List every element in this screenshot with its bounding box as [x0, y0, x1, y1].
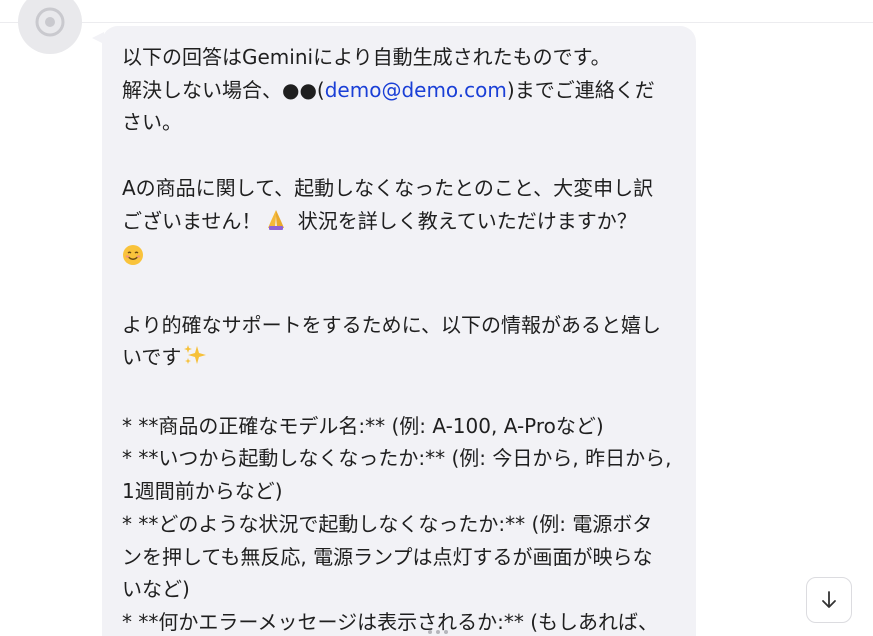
message-line: ンを押しても無反応, 電源ランプは点灯するが画面が映らな [122, 544, 653, 569]
message-text: 解決しない場合、●●( [122, 77, 325, 102]
message-line-emoji [122, 240, 676, 276]
message-line: いなど) [122, 577, 190, 602]
header-divider [0, 22, 873, 23]
message-line: * **どのような状況で起動しなくなったか:** (例: 電源ボタ [122, 511, 653, 536]
bot-message-bubble: 以下の回答はGeminiにより自動生成されたものです。 解決しない場合、●●(d… [102, 26, 696, 636]
folded-hands-emoji [263, 207, 289, 241]
message-line: 以下の回答はGeminiにより自動生成されたものです。 [122, 45, 611, 69]
arrow-down-icon [822, 591, 836, 608]
message-line: * **商品の正確なモデル名:** (例: A-100, A-Proなど) [122, 413, 604, 438]
message-line: * **何かエラーメッセージは表示されるか:** (もしあれば、 [122, 609, 659, 634]
message-line: さい。 [122, 110, 182, 135]
message-line: * **いつから起動しなくなったか:** (例: 今日から, 昨日から, [122, 446, 672, 471]
message-line-emoji: いです [122, 341, 676, 377]
chat-view: 以下の回答はGeminiにより自動生成されたものです。 解決しない場合、●●(d… [0, 0, 873, 636]
message-text: 状況を詳しく教えていただけますか？ [291, 208, 637, 233]
email-link[interactable]: demo@demo.com [325, 78, 507, 102]
message-line-apology: ございません！ 状況を詳しく教えていただけますか？ [122, 205, 676, 241]
message-line: Aの商品に関して、起動しなくなったとのこと、大変申し訳 [122, 175, 654, 200]
message-line: 1週間前からなど) [122, 479, 283, 504]
message-text: )までご連絡くだ [506, 77, 655, 102]
message-line-contact: 解決しない場合、●●(demo@demo.com)までご連絡くだ [122, 74, 676, 107]
smiling-face-emoji [122, 243, 144, 276]
message-text: いです [122, 345, 182, 370]
scroll-down-button[interactable] [806, 577, 852, 623]
message-text: ございません！ [122, 208, 262, 233]
bot-avatar-icon [18, 0, 82, 54]
message-line: より的確なサポートをするために、以下の情報があると嬉し [122, 312, 661, 337]
sparkles-emoji [183, 343, 207, 377]
typing-indicator [428, 630, 448, 634]
